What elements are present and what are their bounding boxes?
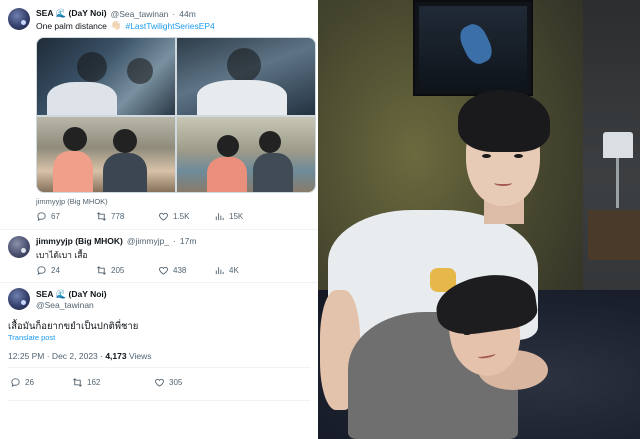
tweet2-text: เบาได้เบา เสื้อ (36, 250, 88, 260)
divider (0, 229, 318, 230)
avatar-sea[interactable] (8, 288, 30, 310)
tweet1-age[interactable]: 44m (179, 9, 196, 19)
repost-button[interactable]: 162 (72, 377, 154, 388)
avatar-jimmy[interactable] (8, 236, 30, 258)
views-icon (215, 213, 224, 221)
wave-emoji: 🌊 (55, 289, 67, 299)
repost-icon (97, 212, 106, 221)
tweet3-actions: 26 162 305 (10, 377, 250, 388)
reply-icon (37, 266, 46, 276)
tweet1-hashtag[interactable]: #LastTwilightSeriesEP4 (125, 21, 214, 31)
tweet1-media-caption[interactable]: jimmyyjp (Big MHOK) (36, 197, 108, 206)
photo (318, 0, 640, 439)
tweet2-separator: · (173, 236, 176, 246)
tweet3-views-count: 4,173 (105, 351, 127, 361)
reply-button[interactable]: 24 (36, 265, 96, 276)
heart-icon (159, 266, 168, 275)
tweet2-text-row: เบาได้เบา เสื้อ (36, 248, 88, 262)
display-suffix: (DaY Noi) (68, 8, 107, 18)
tweet2-display-name[interactable]: jimmyyjp (Big MHOK) (36, 236, 123, 246)
like-button[interactable]: 305 (154, 377, 182, 388)
divider (8, 367, 310, 368)
tweet1-text-plain: One palm distance (36, 20, 107, 31)
tweet1-header: SEA 🌊 (DaY Noi) @Sea_tawinan · 44m (36, 8, 196, 19)
like-count: 438 (173, 266, 187, 275)
reply-count: 26 (25, 378, 34, 387)
tweet3-text-row: เสื้อมันก็อยากขยำเป็นปกติพี่ชาย (8, 319, 138, 334)
like-button[interactable]: 438 (158, 265, 214, 276)
avatar-sea[interactable] (8, 8, 30, 30)
wave-emoji: 🌊 (55, 8, 67, 18)
media-image-4[interactable] (177, 117, 315, 192)
media-image-2[interactable] (177, 38, 315, 115)
heart-icon (159, 212, 168, 221)
tweet1-actions: 67 778 1.5K 15K (36, 211, 266, 222)
repost-icon (97, 266, 106, 275)
tweet1-handle[interactable]: @Sea_tawinan (111, 9, 169, 19)
tweet3-handle-row: @Sea_tawinan (36, 300, 94, 310)
display-name-text: SEA (36, 8, 54, 18)
tweet-thread: SEA 🌊 (DaY Noi) @Sea_tawinan · 44m One p… (0, 0, 318, 439)
reply-count: 67 (51, 212, 60, 221)
like-count: 305 (169, 378, 183, 387)
tweet1-separator: · (172, 8, 176, 19)
tweet3-views-label: Views (126, 351, 152, 361)
repost-count: 778 (111, 212, 125, 221)
reply-button[interactable]: 67 (36, 211, 96, 222)
divider (0, 282, 318, 283)
views-count: 4K (229, 266, 239, 275)
display-suffix: (DaY Noi) (68, 289, 107, 299)
wall-poster (413, 0, 533, 96)
cabinet (588, 210, 640, 260)
like-count: 1.5K (173, 212, 190, 221)
tweet3-display-name[interactable]: SEA 🌊 (DaY Noi) (36, 289, 107, 300)
reply-icon (11, 378, 20, 388)
tweet1-display-name[interactable]: SEA 🌊 (DaY Noi) (36, 8, 107, 19)
tweet1-media-grid[interactable] (36, 37, 316, 193)
tweet3-handle[interactable]: @Sea_tawinan (36, 300, 94, 310)
reply-icon (37, 212, 46, 222)
views-count: 15K (229, 212, 244, 221)
tweet1-text-emoji: 👋🏻 (110, 20, 122, 30)
reply-count: 24 (51, 266, 60, 275)
repost-count: 205 (111, 266, 125, 275)
tweet2-header: jimmyyjp (Big MHOK) @jimmyjp_ · 17m (36, 236, 196, 246)
tweet3-timestamp[interactable]: 12:25 PM · Dec 2, 2023 · (8, 351, 105, 361)
tweet2-actions: 24 205 438 4K (36, 265, 266, 276)
person-top-hair (458, 90, 550, 152)
views-button[interactable]: 15K (214, 211, 243, 222)
repost-icon (73, 378, 82, 387)
reply-button[interactable]: 26 (10, 377, 72, 388)
translate-post-link[interactable]: Translate post (8, 333, 55, 342)
repost-button[interactable]: 205 (96, 265, 158, 276)
tweet3-text: เสื้อมันก็อยากขยำเป็นปกติพี่ชาย (8, 321, 139, 332)
repost-button[interactable]: 778 (96, 211, 158, 222)
tweet3-header: SEA 🌊 (DaY Noi) (36, 289, 107, 300)
translate-row: Translate post (8, 333, 55, 342)
repost-count: 162 (87, 378, 101, 387)
views-icon (215, 267, 224, 275)
tweet2-handle[interactable]: @jimmyjp_ (127, 236, 169, 246)
lamp (603, 132, 633, 158)
display-name-text: SEA (36, 289, 54, 299)
divider (8, 400, 310, 401)
tweet1-text: One palm distance 👋🏻 #LastTwilightSeries… (36, 20, 215, 31)
lamp-stem (616, 158, 619, 208)
views-button[interactable]: 4K (214, 265, 239, 276)
tweet2-age[interactable]: 17m (180, 236, 197, 246)
heart-icon (155, 378, 164, 387)
tweet3-timestamp-row: 12:25 PM · Dec 2, 2023 · 4,173 Views (8, 351, 152, 361)
media-image-3[interactable] (37, 117, 175, 192)
like-button[interactable]: 1.5K (158, 211, 214, 222)
media-image-1[interactable] (37, 38, 175, 115)
